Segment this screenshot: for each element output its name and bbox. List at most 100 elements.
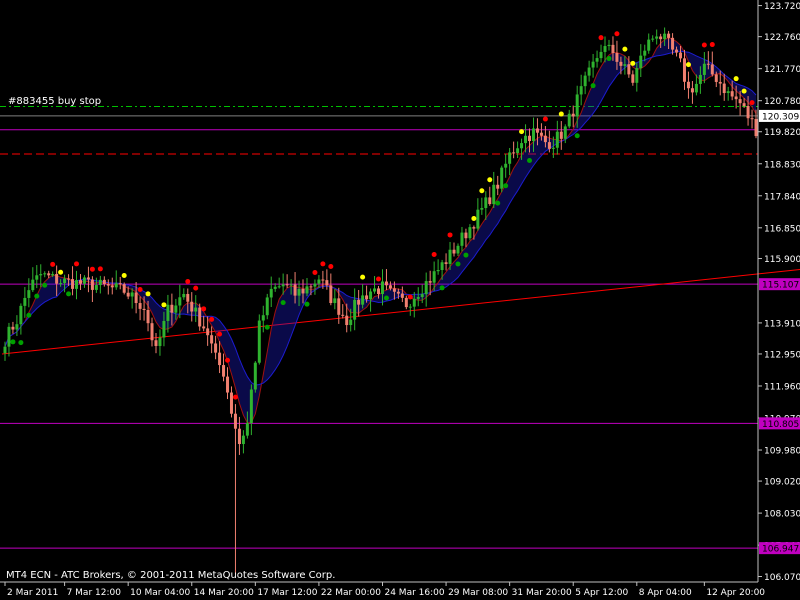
sar-dot-below: [42, 282, 48, 288]
candle-body: [575, 94, 579, 117]
candle-body: [671, 37, 675, 50]
candle-body: [289, 284, 293, 286]
candle-body: [178, 297, 182, 306]
candle-body: [305, 286, 309, 294]
sar-dot-above: [598, 35, 604, 41]
candle-body: [51, 273, 55, 276]
candle-body: [392, 288, 396, 292]
candle-body: [396, 291, 400, 294]
sar-dot-above: [622, 46, 628, 52]
candle-body: [607, 44, 611, 47]
price-tick-label: 120.780: [764, 97, 800, 107]
candle-body: [285, 284, 289, 286]
sar-dot-above: [50, 261, 56, 267]
candle-body: [297, 288, 301, 296]
candle-body: [404, 297, 408, 308]
sar-dot-above: [519, 129, 525, 135]
sar-dot-above: [709, 42, 715, 48]
sar-dot-below: [264, 324, 270, 330]
sar-dot-above: [328, 264, 334, 270]
candle-body: [162, 320, 166, 338]
candle-body: [738, 99, 742, 104]
sar-dot-above: [89, 266, 95, 272]
sar-dot-below: [304, 301, 310, 307]
sar-dot-above: [479, 188, 485, 194]
candle-body: [146, 310, 150, 324]
candle-body: [67, 278, 71, 280]
candle-body: [98, 279, 102, 286]
candle-body: [380, 281, 384, 294]
candle-body: [241, 435, 245, 445]
candle-body: [126, 292, 130, 297]
candle-body: [19, 305, 23, 325]
candle-body: [86, 277, 90, 280]
sar-dot-above: [431, 252, 437, 258]
candle-body: [321, 279, 325, 281]
candle-body: [353, 299, 357, 320]
candle-body: [543, 135, 547, 143]
candle-body: [535, 128, 539, 133]
sar-dot-above: [145, 291, 151, 297]
candle-body: [122, 284, 126, 293]
candle-body: [277, 286, 281, 288]
sar-dot-below: [439, 285, 445, 291]
candle-body: [313, 283, 317, 287]
time-tick-label: 5 Apr 12:00: [575, 588, 628, 598]
time-tick-label: 12 Apr 20:00: [706, 588, 765, 598]
candle-body: [555, 131, 559, 148]
candle-body: [428, 281, 432, 283]
candle-body: [190, 301, 194, 312]
candle-body: [520, 143, 524, 149]
candle-body: [603, 46, 607, 52]
level-price-tag-label: 110.805: [762, 420, 799, 430]
order-label: #883455 buy stop: [8, 96, 101, 107]
sar-dot-above: [185, 278, 191, 284]
candle-body: [293, 284, 297, 296]
price-chart[interactable]: 123.720 122.760 121.770 120.780 119.820 118.8…: [0, 0, 800, 600]
candle-body: [317, 279, 321, 284]
candle-body: [667, 33, 671, 38]
candle-body: [734, 96, 738, 100]
candle-body: [222, 365, 226, 377]
candle-body: [412, 298, 416, 307]
candle-body: [11, 326, 15, 330]
candle-body: [82, 277, 86, 284]
candle-body: [134, 292, 138, 304]
candle-body: [71, 279, 75, 289]
candle-body: [229, 392, 233, 414]
candle-body: [659, 36, 663, 40]
sar-dot-above: [232, 394, 238, 400]
candle-body: [349, 319, 353, 326]
candle-body: [154, 340, 158, 346]
candle-body: [698, 74, 702, 84]
candle-body: [138, 303, 142, 309]
candle-body: [118, 283, 122, 285]
candle-body: [551, 147, 555, 149]
candle-body: [31, 279, 35, 291]
candle-body: [531, 128, 535, 142]
candle-body: [432, 271, 436, 283]
candle-body: [7, 326, 11, 347]
candle-body: [587, 67, 591, 76]
candle-body: [226, 376, 230, 393]
price-tick-label: 123.720: [764, 2, 800, 12]
sar-dot-below: [34, 293, 40, 299]
candle-body: [273, 286, 277, 289]
candle-body: [158, 337, 162, 346]
sar-dot-above: [121, 272, 127, 278]
candle-body: [528, 135, 532, 142]
sar-dot-above: [74, 261, 80, 267]
candle-body: [627, 64, 631, 75]
price-tick-label: 117.840: [764, 192, 800, 202]
candle-body: [261, 315, 265, 321]
sar-dot-above: [360, 274, 366, 280]
candle-body: [47, 273, 51, 276]
candle-body: [563, 126, 567, 139]
candle-body: [337, 298, 341, 315]
candle-body: [516, 148, 520, 154]
candle-body: [420, 294, 424, 298]
candle-body: [257, 320, 261, 363]
candle-body: [59, 283, 63, 285]
candle-body: [110, 285, 114, 288]
candle-body: [448, 249, 452, 264]
